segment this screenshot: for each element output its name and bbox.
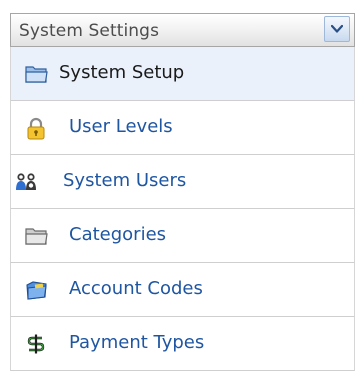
menu-item-label: System Setup — [59, 62, 185, 83]
blue-folder-icon — [25, 279, 47, 301]
panel-header[interactable]: System Settings — [10, 13, 355, 47]
dollar-icon — [25, 333, 47, 355]
system-settings-panel: System Settings System Setup User Levels… — [0, 0, 357, 374]
menu-item-account-codes[interactable]: Account Codes — [10, 263, 355, 317]
menu-item-label: Categories — [69, 224, 167, 245]
menu-item-system-setup[interactable]: System Setup — [10, 47, 355, 101]
users-icon — [15, 171, 37, 193]
panel-title: System Settings — [19, 21, 160, 41]
padlock-icon — [25, 117, 47, 140]
menu-item-system-users[interactable]: System Users — [10, 155, 355, 209]
chevron-down-icon — [331, 24, 343, 33]
menu-item-payment-types[interactable]: Payment Types — [10, 317, 355, 371]
folder-icon — [25, 225, 48, 247]
menu-item-categories[interactable]: Categories — [10, 209, 355, 263]
folder-open-icon — [25, 63, 48, 85]
menu-item-label: Account Codes — [69, 278, 203, 299]
menu-item-user-levels[interactable]: User Levels — [10, 101, 355, 155]
menu-item-label: System Users — [63, 170, 187, 191]
collapse-button[interactable] — [324, 16, 350, 42]
menu-item-label: Payment Types — [69, 332, 205, 353]
menu-item-label: User Levels — [69, 116, 173, 137]
